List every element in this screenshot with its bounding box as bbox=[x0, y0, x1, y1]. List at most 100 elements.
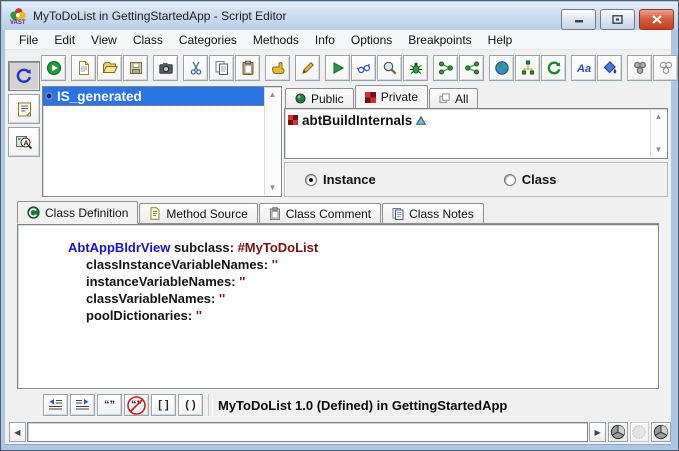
tab-all[interactable]: All bbox=[429, 88, 478, 108]
tab-class-definition[interactable]: Class Definition bbox=[17, 201, 138, 224]
tab-public[interactable]: Public bbox=[285, 88, 354, 108]
reload-button[interactable] bbox=[8, 61, 40, 91]
connect-right-icon bbox=[464, 60, 480, 76]
menu-file[interactable]: File bbox=[11, 31, 46, 49]
inspect-button[interactable] bbox=[377, 55, 402, 81]
hierarchy-button[interactable] bbox=[515, 55, 540, 81]
open-button[interactable] bbox=[97, 55, 122, 81]
categories-list[interactable]: IS_generated ▲ ▼ bbox=[42, 86, 282, 197]
instance-radio[interactable] bbox=[305, 174, 317, 186]
tab-class-definition-label: Class Definition bbox=[45, 206, 128, 220]
methods-panel: Public Private All abtBuildInternals bbox=[284, 85, 668, 197]
close-button[interactable] bbox=[639, 9, 674, 30]
code-line: classInstanceVariableNames: '' bbox=[68, 256, 658, 273]
pen-button[interactable] bbox=[295, 55, 320, 81]
category-bullet-icon bbox=[45, 92, 53, 100]
private-icon bbox=[365, 92, 376, 103]
message-field[interactable] bbox=[27, 422, 588, 442]
copy-icon bbox=[214, 60, 230, 76]
code-editor[interactable]: AbtAppBldrView subclass: #MyToDoList cla… bbox=[17, 224, 659, 389]
uncomment-button[interactable]: “” bbox=[124, 394, 149, 416]
instance-radio-label: Instance bbox=[323, 172, 376, 187]
message-scroll-right-button[interactable]: ▶ bbox=[589, 422, 606, 442]
display-it-icon bbox=[356, 60, 372, 76]
paste-button[interactable] bbox=[235, 55, 260, 81]
run-script-button[interactable] bbox=[41, 55, 66, 81]
parts-filled-button[interactable] bbox=[627, 55, 652, 81]
private-method-icon bbox=[288, 115, 298, 125]
menu-methods[interactable]: Methods bbox=[245, 31, 307, 49]
menu-edit[interactable]: Edit bbox=[46, 31, 83, 49]
open-icon bbox=[102, 60, 118, 76]
paste-icon bbox=[240, 60, 256, 76]
connect-left-button[interactable] bbox=[433, 55, 458, 81]
save-button[interactable] bbox=[123, 55, 148, 81]
scroll-up-icon[interactable]: ▲ bbox=[269, 88, 277, 102]
titlebar[interactable]: VAST MyToDoList in GettingStartedApp - S… bbox=[2, 2, 679, 30]
scroll-down-icon[interactable]: ▼ bbox=[655, 143, 663, 157]
tab-class-comment[interactable]: Class Comment bbox=[259, 203, 381, 223]
dotted-circle-icon bbox=[631, 424, 647, 440]
tab-public-label: Public bbox=[311, 92, 344, 106]
maximize-button[interactable] bbox=[600, 9, 635, 30]
menu-view[interactable]: View bbox=[83, 31, 125, 49]
tab-class-notes-label: Class Notes bbox=[409, 207, 474, 221]
hand-button[interactable] bbox=[265, 55, 290, 81]
font-button[interactable]: Aa bbox=[571, 55, 596, 81]
do-it-button[interactable] bbox=[325, 55, 350, 81]
class-radio-wrap[interactable]: Class bbox=[504, 172, 557, 187]
parts-outline-button[interactable] bbox=[653, 55, 678, 81]
tab-private[interactable]: Private bbox=[355, 85, 428, 108]
menu-breakpoints[interactable]: Breakpoints bbox=[400, 31, 479, 49]
tab-method-source[interactable]: Method Source bbox=[139, 203, 257, 223]
menu-info[interactable]: Info bbox=[307, 31, 343, 49]
copy-button[interactable] bbox=[209, 55, 234, 81]
code-class-name: AbtAppBldrView bbox=[68, 240, 170, 255]
browse-parts-button[interactable]: A bbox=[8, 127, 40, 157]
snapshot-button[interactable] bbox=[153, 55, 178, 81]
new-document-icon bbox=[76, 60, 92, 76]
cut-button[interactable] bbox=[183, 55, 208, 81]
svg-text:VAST: VAST bbox=[10, 20, 26, 25]
parens-button[interactable]: ( ) bbox=[178, 394, 203, 416]
scroll-up-icon[interactable]: ▲ bbox=[655, 110, 663, 124]
methods-scrollbar[interactable]: ▲ ▼ bbox=[650, 110, 666, 157]
hierarchy-icon bbox=[520, 60, 536, 76]
status-bar: ◀ ▶ bbox=[5, 420, 671, 444]
save-icon bbox=[128, 60, 144, 76]
display-it-button[interactable] bbox=[351, 55, 376, 81]
snapshot-icon bbox=[158, 60, 174, 76]
minimize-button[interactable] bbox=[561, 9, 596, 30]
menu-options[interactable]: Options bbox=[343, 31, 400, 49]
code-param-value: '' bbox=[272, 257, 278, 272]
menu-categories[interactable]: Categories bbox=[171, 31, 245, 49]
script-page-button[interactable] bbox=[8, 94, 40, 124]
instance-radio-wrap[interactable]: Instance bbox=[305, 172, 376, 187]
list-item-method[interactable]: abtBuildInternals bbox=[285, 109, 667, 129]
menu-bar: File Edit View Class Categories Methods … bbox=[5, 30, 671, 50]
menu-class[interactable]: Class bbox=[125, 31, 171, 49]
new-document-button[interactable] bbox=[71, 55, 96, 81]
debug-button[interactable] bbox=[403, 55, 428, 81]
scroll-down-icon[interactable]: ▼ bbox=[269, 181, 277, 195]
activity-indicator-right bbox=[651, 422, 671, 442]
fan-circle-icon bbox=[653, 424, 669, 440]
message-scroll-left-button[interactable]: ◀ bbox=[9, 422, 26, 442]
categories-scrollbar[interactable]: ▲ ▼ bbox=[264, 88, 280, 195]
code-param-value: '' bbox=[196, 308, 202, 323]
code-line: classVariableNames: '' bbox=[68, 290, 658, 307]
maximize-icon bbox=[612, 15, 623, 24]
fill-color-button[interactable] bbox=[597, 55, 622, 81]
outdent-button[interactable] bbox=[43, 394, 68, 416]
refresh-definition-button[interactable] bbox=[541, 55, 566, 81]
indent-button[interactable] bbox=[70, 394, 95, 416]
comment-button[interactable]: “” bbox=[97, 394, 122, 416]
web-button[interactable] bbox=[489, 55, 514, 81]
menu-help[interactable]: Help bbox=[480, 31, 521, 49]
methods-list[interactable]: abtBuildInternals ▲ ▼ bbox=[284, 108, 668, 159]
brackets-button[interactable]: [ ] bbox=[151, 394, 176, 416]
tab-class-notes[interactable]: Class Notes bbox=[382, 203, 484, 223]
list-item-category[interactable]: IS_generated bbox=[43, 87, 264, 106]
connect-right-button[interactable] bbox=[459, 55, 484, 81]
class-radio[interactable] bbox=[504, 174, 516, 186]
